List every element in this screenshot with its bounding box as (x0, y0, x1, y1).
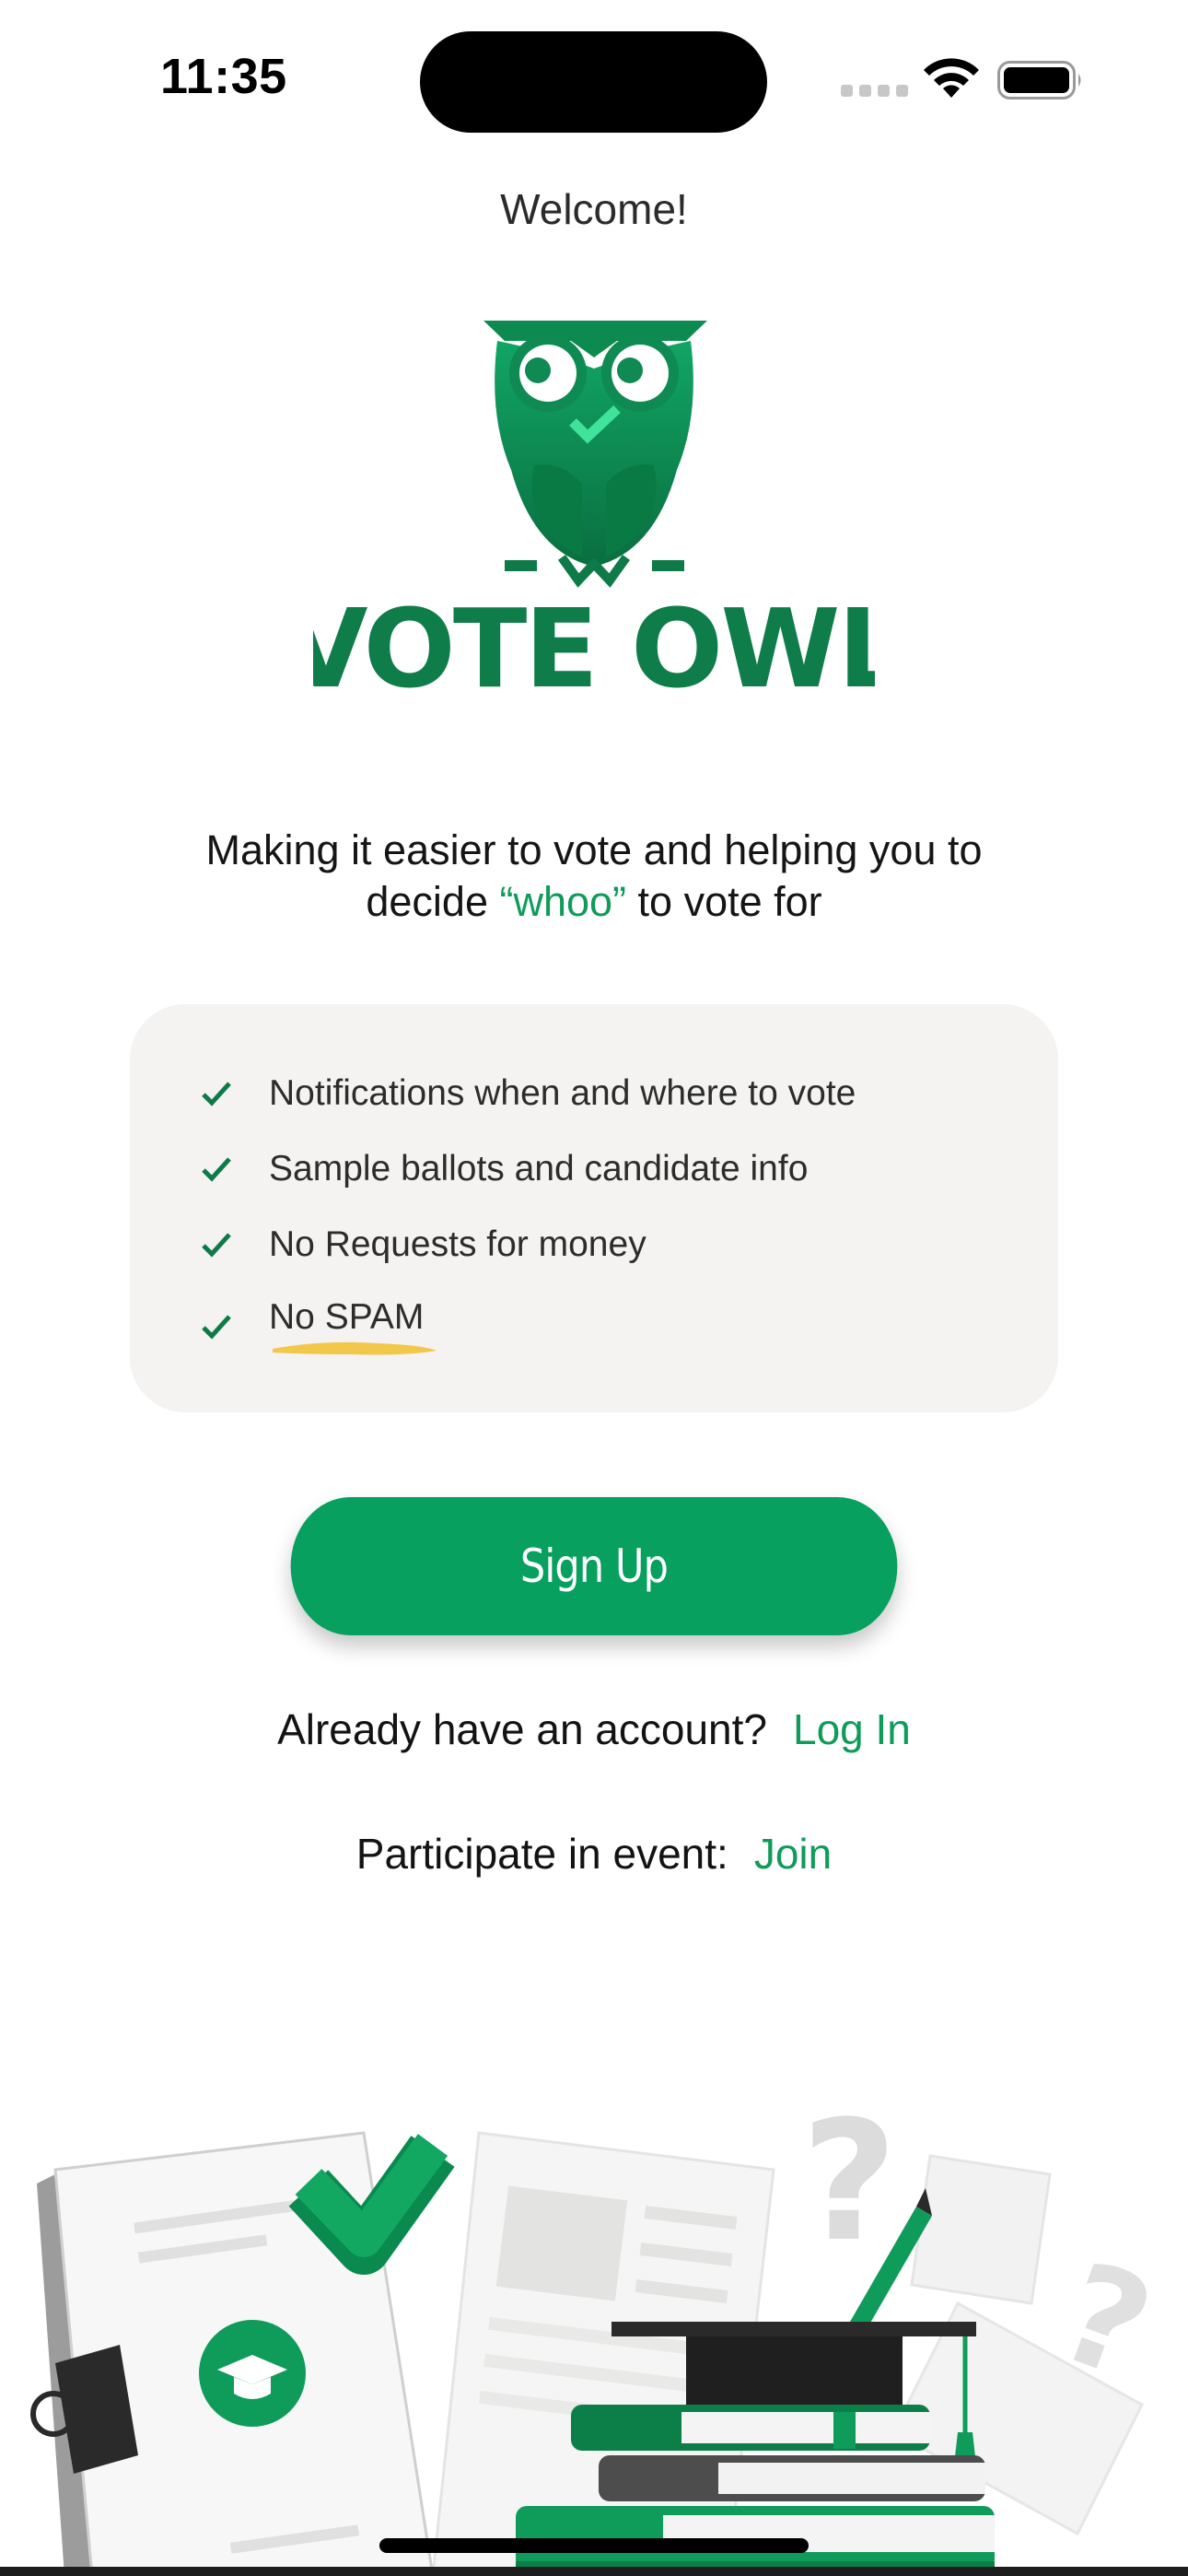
check-icon (202, 1233, 231, 1258)
event-prompt: Participate in event: (355, 1830, 728, 1878)
battery-icon (997, 61, 1081, 100)
owl-logo-icon: VOTE OWL (313, 321, 875, 700)
check-icon (202, 1157, 231, 1182)
feature-label: No SPAM (269, 1297, 425, 1337)
welcome-heading: Welcome! (500, 185, 688, 233)
status-time: 11:35 (160, 49, 287, 104)
feature-label: Sample ballots and candidate info (269, 1149, 809, 1188)
question-mark-icon: ? (801, 2101, 897, 2278)
highlight-underline (273, 1341, 437, 1355)
check-icon (202, 1082, 231, 1107)
tagline-line-1: Making it easier to vote and helping you… (205, 826, 983, 873)
event-row: Participate in event: Join (0, 1829, 1188, 1879)
check-icon (202, 1315, 231, 1340)
tagline-prefix: decide (366, 878, 500, 925)
tagline-suffix: to vote for (626, 878, 822, 925)
feature-label: No Requests for money (269, 1224, 646, 1264)
login-row: Already have an account? Log In (0, 1704, 1188, 1754)
dynamic-island (420, 31, 767, 133)
cellular-signal-icon (841, 85, 908, 97)
tagline-line-2: decide “whoo” to vote for (138, 876, 1050, 928)
sign-up-button[interactable]: Sign Up (290, 1497, 898, 1635)
voting-illustration: ? ? (0, 2101, 1188, 2576)
brand-text: VOTE OWL (313, 585, 875, 700)
home-indicator[interactable] (379, 2538, 809, 2553)
feature-item: No Requests for money (201, 1224, 646, 1265)
join-link[interactable]: Join (754, 1830, 832, 1878)
wifi-icon (924, 58, 979, 98)
feature-item: Sample ballots and candidate info (201, 1149, 808, 1189)
log-in-link[interactable]: Log In (793, 1705, 911, 1753)
login-prompt: Already have an account? (277, 1705, 767, 1753)
feature-label: Notifications when and where to vote (269, 1073, 856, 1113)
tagline: Making it easier to vote and helping you… (138, 825, 1050, 928)
feature-item: Notifications when and where to vote (201, 1073, 856, 1114)
tagline-accent: “whoo” (499, 878, 627, 925)
